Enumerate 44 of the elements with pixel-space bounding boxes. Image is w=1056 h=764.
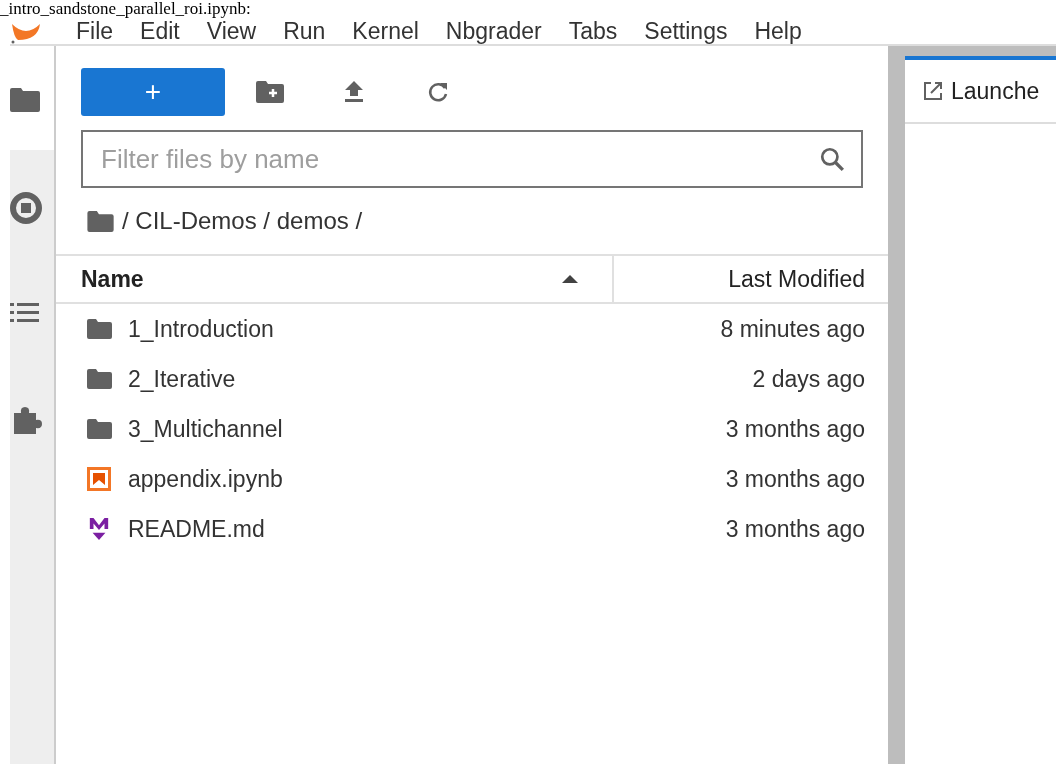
column-title: Name bbox=[81, 264, 144, 294]
file-name: 3_Multichannel bbox=[128, 414, 283, 444]
new-launcher-button[interactable]: + bbox=[81, 68, 225, 116]
modified-time: 3 months ago bbox=[725, 464, 865, 494]
file-name: appendix.ipynb bbox=[128, 464, 283, 494]
notebook-icon bbox=[87, 467, 111, 491]
folder-icon bbox=[86, 319, 112, 339]
list-icon bbox=[10, 300, 40, 324]
filter-field[interactable]: Filter files by name bbox=[81, 130, 863, 188]
modified-time: 3 months ago bbox=[725, 514, 865, 544]
file-name: README.md bbox=[128, 514, 265, 544]
stop-circle-icon bbox=[10, 192, 42, 224]
markdown-icon bbox=[88, 516, 110, 542]
menu-item[interactable]: Settings bbox=[644, 13, 728, 49]
folder-icon bbox=[86, 419, 112, 439]
launcher-tab[interactable]: Launche bbox=[905, 56, 1056, 124]
menu-item[interactable]: Help bbox=[754, 13, 802, 49]
upload-icon bbox=[344, 81, 364, 103]
menu-item[interactable]: Kernel bbox=[352, 13, 419, 49]
external-link-icon bbox=[923, 81, 943, 101]
modified-time: 3 months ago bbox=[725, 414, 865, 444]
folder-plus-icon bbox=[256, 81, 284, 103]
file-name: 2_Iterative bbox=[128, 364, 236, 394]
file-row[interactable]: appendix.ipynb 3 months ago bbox=[56, 454, 888, 504]
sidebar-tab[interactable] bbox=[10, 46, 54, 150]
file-row[interactable]: 3_Multichannel 3 months ago bbox=[56, 404, 888, 454]
modified-time: 2 days ago bbox=[752, 364, 865, 394]
breadcrumb-path[interactable]: / CIL-Demos / demos / bbox=[122, 203, 363, 239]
file-row[interactable]: README.md 3 months ago bbox=[56, 504, 888, 554]
sort-ascending-icon bbox=[562, 275, 578, 283]
name-column-header[interactable]: Name bbox=[56, 256, 614, 302]
file-name: 1_Introduction bbox=[128, 314, 274, 344]
menu-item[interactable]: Nbgrader bbox=[445, 13, 542, 49]
column-title[interactable]: Last Modified bbox=[728, 261, 865, 297]
menu-item[interactable]: Run bbox=[283, 13, 326, 49]
modified-time: 8 minutes ago bbox=[720, 314, 865, 344]
folder-icon bbox=[10, 88, 40, 112]
file-row[interactable]: 1_Introduction 8 minutes ago bbox=[56, 304, 888, 354]
folder-icon bbox=[86, 369, 112, 389]
search-icon bbox=[819, 146, 845, 172]
file-row[interactable]: 2_Iterative 2 days ago bbox=[56, 354, 888, 404]
folder-icon bbox=[86, 210, 114, 232]
menu-item[interactable]: Tabs bbox=[568, 13, 618, 49]
refresh-icon bbox=[426, 80, 450, 104]
